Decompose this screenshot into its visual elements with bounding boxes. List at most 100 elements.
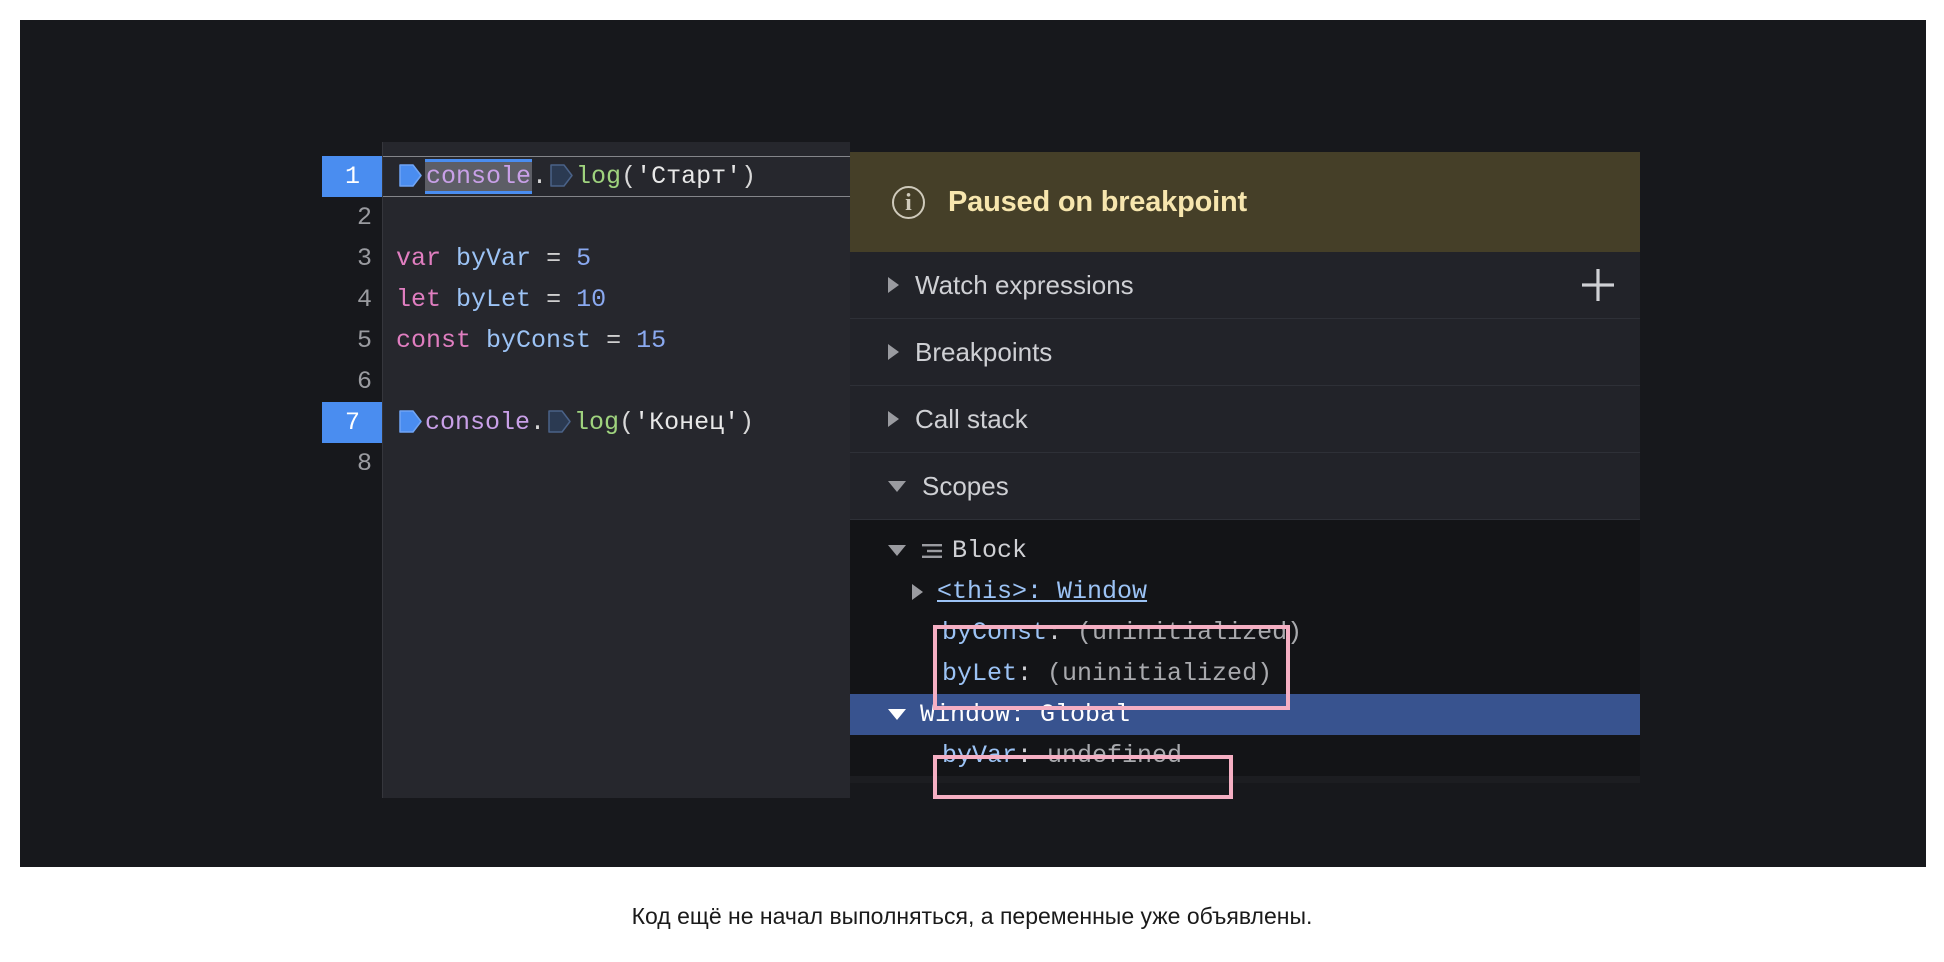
code-line[interactable]: var byVar = 5 <box>383 238 850 279</box>
code-token: ) <box>741 162 757 191</box>
code-token: = <box>606 326 622 355</box>
scope-window-global-row[interactable]: Window: Global <box>850 694 1640 735</box>
gutter-line-number[interactable]: 5 <box>322 320 382 361</box>
code-token: . <box>532 162 548 191</box>
code-token: log <box>574 408 620 437</box>
variable-value: (uninitialized) <box>1047 659 1273 688</box>
code-token: log <box>576 162 622 191</box>
scope-block-row[interactable]: Block <box>850 530 1640 571</box>
gutter-line-number[interactable]: 2 <box>322 197 382 238</box>
logpoint-pentagon-icon[interactable] <box>549 162 574 189</box>
debugger-section-scopes[interactable]: Scopes <box>850 453 1640 520</box>
debugger-panel: i Paused on breakpoint Watch expressions… <box>850 152 1640 783</box>
code-line[interactable]: let byLet = 10 <box>383 279 850 320</box>
debugger-section-watch-expressions[interactable]: Watch expressions <box>850 252 1640 319</box>
figure-caption: Код ещё не начал выполняться, а переменн… <box>631 903 1313 929</box>
block-scope-icon <box>920 539 944 563</box>
code-line[interactable]: console. log('Старт') <box>383 156 850 197</box>
code-token: = <box>546 285 562 314</box>
chevron-right-icon[interactable] <box>888 411 899 427</box>
variable-separator: : <box>1047 618 1078 647</box>
code-token: 'Старт' <box>636 162 742 191</box>
gutter-breakpoint-line[interactable]: 7 <box>322 402 402 443</box>
this-value: Window <box>1057 577 1148 606</box>
logpoint-pentagon-icon[interactable] <box>398 408 423 435</box>
scope-variable-row[interactable]: byLet: (uninitialized) <box>850 653 1640 694</box>
code-token: var <box>396 244 442 273</box>
info-circle-icon: i <box>892 185 925 219</box>
variable-value: (uninitialized) <box>1077 618 1303 647</box>
chevron-right-icon[interactable] <box>912 583 923 600</box>
debugger-section-label: Scopes <box>922 470 1009 501</box>
debugger-sections: Watch expressions Breakpoints Call stack Sc… <box>850 252 1640 520</box>
paused-on-breakpoint-banner: i Paused on breakpoint <box>850 152 1640 252</box>
code-token: let <box>396 285 442 314</box>
code-editor[interactable]: 12345678 console. log('Старт') var byVar =… <box>322 142 850 798</box>
scope-variable-row[interactable]: byConst: (uninitialized) <box>850 612 1640 653</box>
logpoint-pentagon-icon[interactable] <box>398 162 423 189</box>
screenshot-frame: 12345678 console. log('Старт') var byVar =… <box>20 20 1926 867</box>
code-token: ) <box>739 408 755 437</box>
code-line[interactable] <box>383 197 850 238</box>
debugger-section-label: Watch expressions <box>915 269 1134 300</box>
code-line[interactable] <box>383 361 850 402</box>
code-token: = <box>546 244 562 273</box>
gutter-line-number[interactable]: 3 <box>322 238 382 279</box>
scope-window-global-label: Window: Global <box>920 700 1131 729</box>
chevron-right-icon[interactable] <box>888 344 899 360</box>
gutter-breakpoint-line[interactable]: 1 <box>322 156 402 197</box>
chevron-right-icon[interactable] <box>888 277 899 293</box>
variable-value: undefined <box>1047 741 1183 770</box>
code-token: ( <box>621 162 637 191</box>
debugger-section-breakpoints[interactable]: Breakpoints <box>850 319 1640 386</box>
gutter-line-number[interactable]: 6 <box>322 361 382 402</box>
code-token: 5 <box>576 244 592 273</box>
code-token: . <box>530 408 546 437</box>
variable-separator: : <box>1017 741 1048 770</box>
code-line[interactable] <box>383 443 850 484</box>
debugger-section-label: Breakpoints <box>915 336 1053 367</box>
code-line[interactable]: console. log('Конец') <box>383 402 850 443</box>
code-token: console <box>425 408 531 437</box>
code-token: ( <box>619 408 635 437</box>
this-sep: : <box>1027 577 1058 606</box>
debugger-section-call-stack[interactable]: Call stack <box>850 386 1640 453</box>
scopes-tree: Block <this>: Window byConst: (uninitial… <box>850 520 1640 776</box>
code-token: byLet <box>456 285 532 314</box>
variable-separator: : <box>1017 659 1048 688</box>
code-token: 15 <box>636 326 667 355</box>
code-line[interactable]: const byConst = 15 <box>383 320 850 361</box>
gutter-line-number[interactable]: 8 <box>322 443 382 484</box>
code-token: 10 <box>576 285 607 314</box>
editor-gutter[interactable]: 12345678 <box>322 142 402 798</box>
logpoint-pentagon-icon[interactable] <box>547 408 572 435</box>
global-variables-list: byVar: undefined <box>850 735 1640 776</box>
scope-block-label: Block <box>952 536 1028 565</box>
variable-name: byVar <box>942 741 1018 770</box>
code-token: 'Конец' <box>634 408 740 437</box>
chevron-down-icon[interactable] <box>888 545 906 556</box>
chevron-down-icon[interactable] <box>888 709 906 720</box>
variable-name: byConst <box>942 618 1048 647</box>
scope-variable-row[interactable]: byVar: undefined <box>850 735 1640 776</box>
editor-code-area[interactable]: console. log('Старт') var byVar = 5 let byL… <box>382 142 850 798</box>
scope-this-label[interactable]: <this>: Window <box>937 571 1147 612</box>
block-variables-list: byConst: (uninitialized) byLet: (uninitia… <box>850 612 1640 694</box>
paused-banner-label: Paused on breakpoint <box>948 185 1247 218</box>
code-token: const <box>396 326 472 355</box>
gutter-line-number[interactable]: 4 <box>322 279 382 320</box>
this-key: <this> <box>937 577 1028 606</box>
scope-this-row[interactable]: <this>: Window <box>850 571 1640 612</box>
variable-name: byLet <box>942 659 1018 688</box>
chevron-down-icon[interactable] <box>888 480 906 492</box>
plus-icon[interactable] <box>1581 268 1615 302</box>
